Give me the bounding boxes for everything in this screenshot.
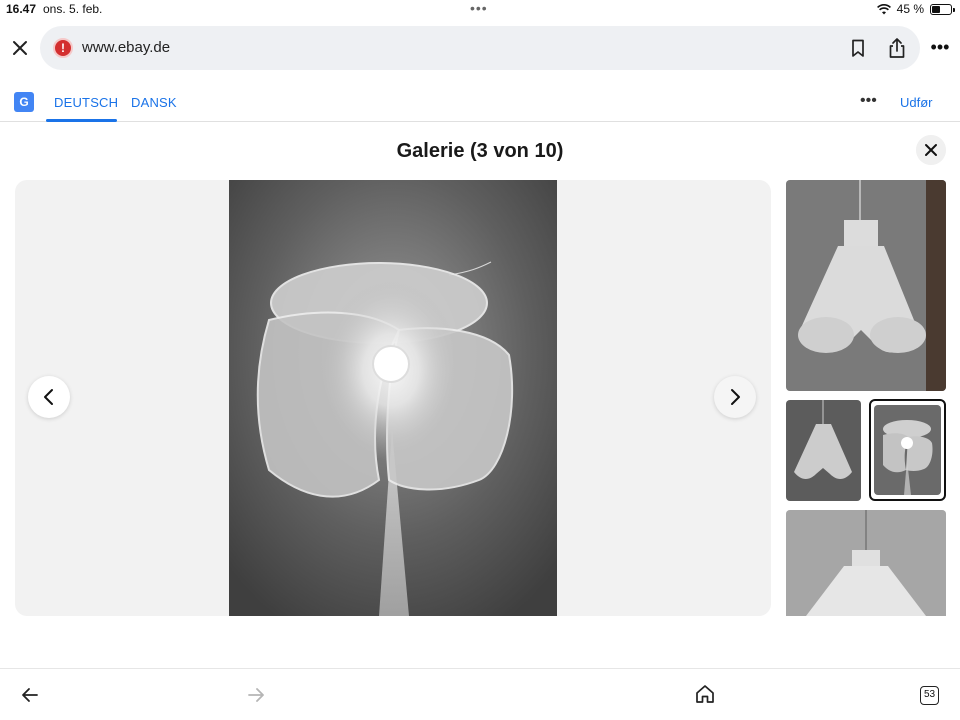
close-icon[interactable] xyxy=(8,36,32,60)
gallery-close-icon[interactable] xyxy=(916,135,946,165)
main-photo[interactable] xyxy=(229,180,557,616)
thumbnail-4[interactable] xyxy=(786,510,946,616)
tabs-icon[interactable]: 53 xyxy=(920,686,939,705)
status-right: 45 % xyxy=(876,2,955,16)
bookmark-icon[interactable] xyxy=(848,38,868,58)
translate-bar: G DEUTSCH DANSK ••• Udfør xyxy=(0,80,960,122)
browser-toolbar: ! www.ebay.de ••• xyxy=(0,24,960,72)
tab-deutsch[interactable]: DEUTSCH xyxy=(54,95,118,110)
previous-image-button[interactable] xyxy=(28,376,70,418)
share-icon[interactable] xyxy=(886,37,908,59)
warning-icon[interactable]: ! xyxy=(53,38,73,58)
multitasking-dots[interactable]: ••• xyxy=(470,0,488,16)
gallery-title: Galerie (3 von 10) xyxy=(396,140,564,162)
next-image-button[interactable] xyxy=(714,376,756,418)
bottom-bar: 53 xyxy=(0,668,960,720)
wifi-icon xyxy=(876,3,891,14)
translate-more-icon[interactable]: ••• xyxy=(860,92,877,110)
more-icon[interactable]: ••• xyxy=(928,36,952,60)
forward-arrow-icon[interactable] xyxy=(246,685,266,705)
thumbnail-1[interactable] xyxy=(786,180,946,391)
address-bar[interactable]: ! www.ebay.de xyxy=(40,26,920,70)
battery-percent: 45 % xyxy=(896,2,924,16)
status-time: 16.47 xyxy=(6,2,37,16)
back-arrow-icon[interactable] xyxy=(20,685,40,705)
status-date: ons. 5. feb. xyxy=(43,2,103,16)
url-text[interactable]: www.ebay.de xyxy=(82,39,170,56)
active-tab-indicator xyxy=(46,119,117,122)
battery-icon xyxy=(930,3,955,15)
thumbnail-3[interactable] xyxy=(874,405,941,495)
google-translate-icon: G xyxy=(14,92,34,112)
thumbnail-2[interactable] xyxy=(786,400,861,501)
translate-action-button[interactable]: Udfør xyxy=(900,95,933,110)
tab-dansk[interactable]: DANSK xyxy=(131,95,177,110)
battery-fill xyxy=(932,5,940,13)
home-icon[interactable] xyxy=(694,683,716,705)
gallery-main-image-area xyxy=(15,180,771,616)
chevron-right-icon xyxy=(731,389,740,405)
chevron-left-icon xyxy=(44,389,53,405)
status-bar: 16.47 ons. 5. feb. ••• 45 % xyxy=(0,0,960,18)
